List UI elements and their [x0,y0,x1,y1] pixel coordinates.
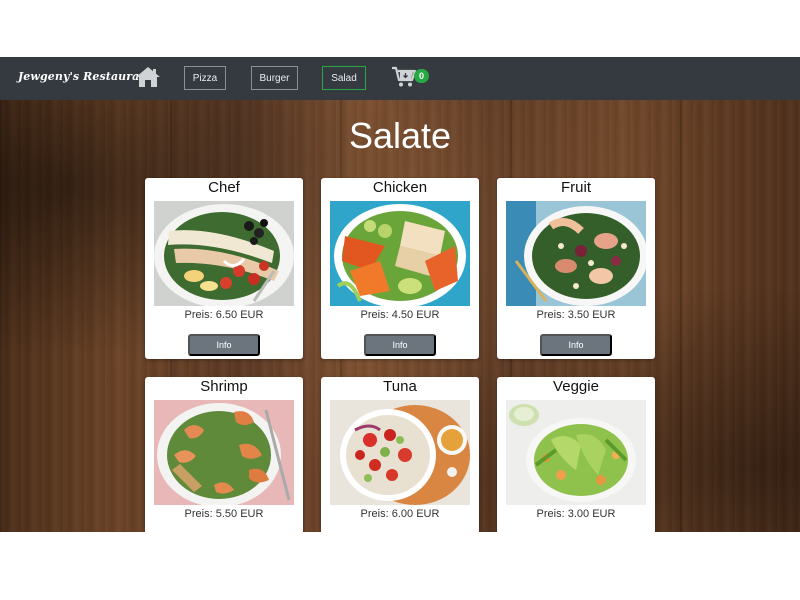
nav-burger-button[interactable]: Burger [251,66,298,90]
brand-logo[interactable]: Jewgeny's Restaurant [18,70,153,83]
nav-pizza-button[interactable]: Pizza [184,66,226,90]
card-price: Preis: 6.50 EUR [184,309,264,321]
home-icon[interactable] [135,66,161,88]
info-button-chicken[interactable]: Info [364,334,436,356]
cart-count-badge: 0 [414,69,429,83]
chicken-salad-photo [330,201,470,306]
menu-card-shrimp: Shrimp Preis: 5.50 EUR [145,377,303,532]
tuna-salad-photo [330,400,470,505]
menu-card-tuna: Tuna Preis: 6.00 EUR [321,377,479,532]
menu-area: Salate Chef Preis: 6.50 EUR Info Chicken… [0,100,800,532]
navbar: Jewgeny's Restaurant Pizza Burger Salad … [0,57,800,100]
fruit-salad-photo [506,201,646,306]
card-price: Preis: 5.50 EUR [184,508,264,520]
card-price: Preis: 3.00 EUR [536,508,616,520]
card-title: Veggie [553,378,599,395]
menu-card-veggie: Veggie Preis: 3.00 EUR [497,377,655,532]
card-price: Preis: 3.50 EUR [536,309,616,321]
info-button-chef[interactable]: Info [188,334,260,356]
page-title: Salate [348,115,452,156]
card-title: Tuna [383,378,417,395]
menu-card-fruit: Fruit Preis: 3.50 EUR Info [497,178,655,359]
app-frame: Jewgeny's Restaurant Pizza Burger Salad … [0,57,800,532]
menu-card-chef: Chef Preis: 6.50 EUR Info [145,178,303,359]
card-title: Chicken [372,179,428,196]
info-button-fruit[interactable]: Info [540,334,612,356]
veggie-salad-photo [506,400,646,505]
nav-salad-button[interactable]: Salad [322,66,366,90]
card-price: Preis: 6.00 EUR [360,508,440,520]
card-title: Chef [208,179,240,196]
card-price: Preis: 4.50 EUR [360,309,440,321]
menu-card-chicken: Chicken Preis: 4.50 EUR Info [321,178,479,359]
card-title: Fruit [561,179,591,196]
chef-salad-photo [154,201,294,306]
shrimp-salad-photo [154,400,294,505]
card-title: Shrimp [200,378,248,395]
